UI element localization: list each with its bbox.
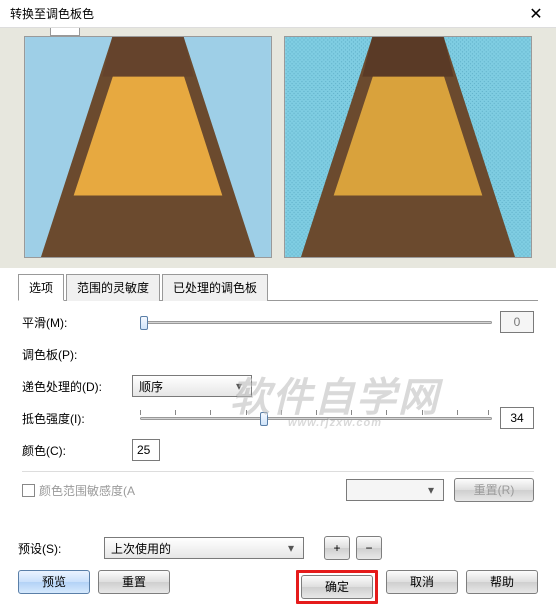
preview-original-svg [25,37,271,257]
bottom-panel: 预设(S): 上次使用的 ▾ + − 预览 重置 确定 取消 帮助 [0,530,556,616]
ok-button[interactable]: 确定 [301,575,373,599]
preview-converted-svg [285,37,531,257]
reset-range-button: 重置(R) [454,478,534,502]
preview-button[interactable]: 预览 [18,570,90,594]
preview-converted [284,36,532,258]
window-title: 转换至调色板色 [10,5,94,22]
divider [22,471,534,472]
preset-remove-button[interactable]: − [356,536,382,560]
close-icon[interactable]: ✕ [524,4,548,24]
help-button[interactable]: 帮助 [466,570,538,594]
chevron-down-icon: ▾ [283,541,299,555]
row-preset: 预设(S): 上次使用的 ▾ + − [18,536,538,560]
row-intensity: 抵色强度(I): 34 [22,407,534,429]
row-smooth: 平滑(M): 0 [22,311,534,333]
tab-panel-options: 平滑(M): 0 调色板(P): 递色处理的(D): 顺序 ▾ 抵色强度(I): [18,301,538,520]
ok-highlight: 确定 [296,570,378,604]
chevron-down-icon: ▾ [423,483,439,497]
preview-handle[interactable] [50,28,80,36]
row-palette: 调色板(P): [22,343,534,365]
row-dither: 递色处理的(D): 顺序 ▾ [22,375,534,397]
value-smooth[interactable]: 0 [500,311,534,333]
tab-options[interactable]: 选项 [18,274,64,301]
input-color[interactable]: 25 [132,439,160,461]
row-range-sensitivity: 颜色范围敏感度(A ▾ 重置(R) [22,478,534,502]
tab-processed[interactable]: 已处理的调色板 [162,274,268,301]
dropdown-preset-value: 上次使用的 [111,540,171,557]
value-intensity[interactable]: 34 [500,407,534,429]
preset-add-button[interactable]: + [324,536,350,560]
label-preset: 预设(S): [18,540,98,557]
label-dither: 递色处理的(D): [22,378,132,395]
label-range-sensitivity: 颜色范围敏感度(A [39,482,177,499]
dropdown-dither[interactable]: 顺序 ▾ [132,375,252,397]
tab-sensitivity[interactable]: 范围的灵敏度 [66,274,160,301]
tabs: 选项 范围的灵敏度 已处理的调色板 [18,274,538,301]
reset-button[interactable]: 重置 [98,570,170,594]
slider-smooth[interactable] [140,313,492,331]
titlebar: 转换至调色板色 ✕ [0,0,556,28]
row-color: 颜色(C): 25 [22,439,534,461]
dropdown-range-color: ▾ [346,479,444,501]
label-smooth: 平滑(M): [22,314,132,331]
checkbox-range [22,484,35,497]
label-color: 颜色(C): [22,442,132,459]
settings-panel: 选项 范围的灵敏度 已处理的调色板 平滑(M): 0 调色板(P): 递色处理的… [0,268,556,530]
dropdown-preset[interactable]: 上次使用的 ▾ [104,537,304,559]
slider-intensity[interactable] [140,409,492,427]
chevron-down-icon: ▾ [231,379,247,393]
label-palette: 调色板(P): [22,346,132,363]
preview-area [0,28,556,268]
cancel-button[interactable]: 取消 [386,570,458,594]
preview-original [24,36,272,258]
label-intensity: 抵色强度(I): [22,410,132,427]
action-row: 预览 重置 确定 取消 帮助 [18,570,538,604]
dropdown-dither-value: 顺序 [139,378,163,395]
